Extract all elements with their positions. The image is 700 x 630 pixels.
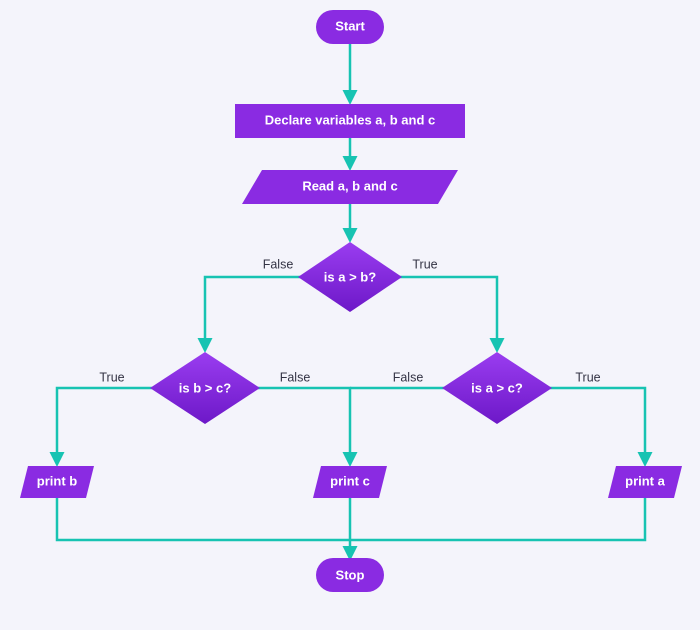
decision-b-gt-c: is b > c? xyxy=(150,352,260,424)
edge-dec1-false: False xyxy=(263,257,294,271)
print-c-label: print c xyxy=(330,473,370,488)
print-b-label: print b xyxy=(37,473,77,488)
edge-dec2-true: True xyxy=(99,370,124,384)
start-terminator: Start xyxy=(316,10,384,44)
edge-dec3-true: True xyxy=(575,370,600,384)
declare-process: Declare variables a, b and c xyxy=(235,104,465,138)
decision2-label: is b > c? xyxy=(179,380,231,395)
edge-dec3-false: False xyxy=(393,370,424,384)
start-label: Start xyxy=(335,18,365,33)
declare-label: Declare variables a, b and c xyxy=(265,112,436,127)
edge-dec2-false: False xyxy=(280,370,311,384)
decision3-label: is a > c? xyxy=(471,380,523,395)
read-label: Read a, b and c xyxy=(302,178,397,193)
print-a-io: print a xyxy=(608,466,682,498)
read-io: Read a, b and c xyxy=(242,170,458,204)
decision-a-gt-b: is a > b? xyxy=(298,242,402,312)
print-a-label: print a xyxy=(625,473,665,488)
print-c-io: print c xyxy=(313,466,387,498)
print-b-io: print b xyxy=(20,466,94,498)
decision-a-gt-c: is a > c? xyxy=(442,352,552,424)
stop-terminator: Stop xyxy=(316,558,384,592)
decision1-label: is a > b? xyxy=(324,269,376,284)
stop-label: Stop xyxy=(336,567,365,582)
edge-dec1-true: True xyxy=(412,257,437,271)
